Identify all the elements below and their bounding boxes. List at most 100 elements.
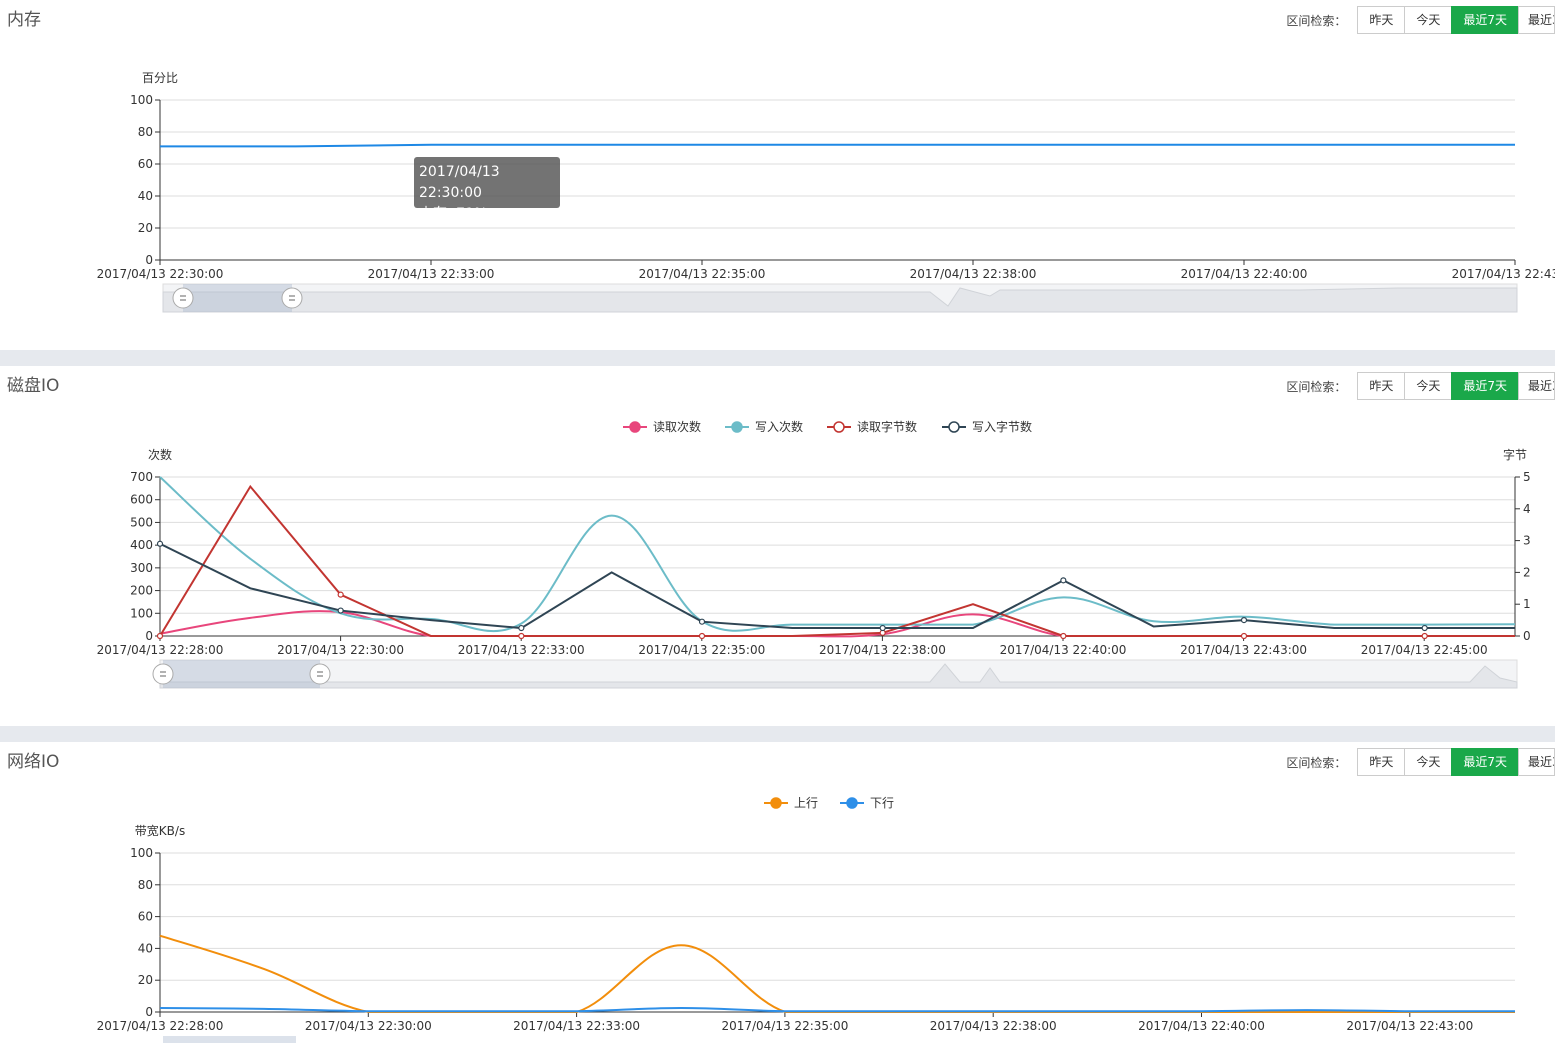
y-tick-label: 20 [138,973,153,987]
panel-separator [0,726,1555,742]
y-tick-label: 80 [138,125,153,139]
network-panel: 网络IO 区间检索： 昨天 今天 最近7天 最近3 上行下行0204060801… [0,742,1555,1043]
legend-label: 读取字节数 [857,419,917,434]
x-tick-label: 2017/04/13 22:40:00 [1000,643,1127,657]
legend-marker [629,421,641,433]
data-point [337,607,344,614]
x-tick-label: 2017/04/13 22:38:00 [930,1019,1057,1033]
y-axis-label: 次数 [148,447,172,462]
y-tick-label: 20 [138,221,153,235]
y-tick-label: 40 [138,941,153,955]
disk-panel: 磁盘IO 区间检索： 昨天 今天 最近7天 最近3 读取次数写入次数读取字节数写… [0,366,1555,726]
x-tick-label: 2017/04/13 22:35:00 [638,643,765,657]
data-point [1421,624,1428,632]
series-line-1 [160,143,1515,148]
y-tick-label: 60 [138,910,153,924]
y-tick-label: 80 [138,878,153,892]
datazoom-selection [163,1036,296,1043]
x-tick-label: 2017/04/13 22:28:00 [97,1019,224,1033]
y-tick-label: 200 [130,584,153,598]
data-point [1421,632,1428,640]
data-point [698,632,706,640]
series-line-2 [159,1007,1515,1013]
x-tick-label: 2017/04/13 22:30:00 [277,643,404,657]
datazoom-selection [183,284,292,312]
disk-chart: 读取次数 写入次数 读取字节数 写入字节数 0 100 200 300 400 500 600 700… [97,419,1531,689]
x-tick-label: 2017/04/13 22:33:00 [513,1019,640,1033]
x-tick-label: 2017/04/13 22:28:00 [97,643,224,657]
x-tick-label: 2017/04/13 22:40:00 [1181,267,1308,281]
x-tick-label: 2017/04/13 22:38:00 [819,643,946,657]
y-axis-label: 带宽KB/s [135,823,185,838]
legend-marker [833,421,845,433]
data-point [518,632,525,640]
legend-marker [770,797,782,809]
datazoom-handle-left[interactable] [152,663,174,685]
data-point [156,632,164,640]
y-right-tick-label: 5 [1523,470,1531,484]
legend-label: 读取次数 [653,419,701,434]
y-tick-label: 40 [138,189,153,203]
y-right-tick-label: 2 [1523,565,1531,579]
y-right-axis-label: 字节 [1503,447,1527,462]
legend-label: 下行 [870,796,894,810]
data-point [1060,577,1067,584]
x-tick-label: 2017/04/13 22:43:00 [1180,643,1307,657]
y-tick-label: 500 [130,515,153,529]
x-tick-label: 2017/04/13 22:30:00 [97,267,224,281]
y-tick-label: 700 [130,470,153,484]
datazoom-preview [162,287,1518,313]
data-point [1060,632,1067,640]
network-chart: 上行 下行 0 20 40 60 80 100 带宽KB/s 2017/04/13 22:28:0… [97,796,1515,1043]
x-tick-label: 2017/04/13 22:30:00 [305,1019,432,1033]
legend-marker [948,421,960,433]
y-tick-label: 0 [145,629,153,643]
data-point [879,624,886,632]
data-point [1240,617,1248,624]
legend-label: 写入字节数 [972,419,1032,434]
legend-marker [731,421,743,433]
data-point [698,618,706,625]
series-line-1 [159,934,1515,1013]
y-tick-label: 100 [130,93,153,107]
y-right-tick-label: 4 [1523,502,1531,516]
data-point [1240,632,1248,640]
tooltip-time: 2017/04/13 22:30:00 [419,164,500,201]
x-tick-label: 2017/04/13 22:35:00 [639,267,766,281]
memory-tooltip: 2017/04/13 22:30:00 内存: 71% [414,157,560,222]
y-tick-label: 100 [130,606,153,620]
y-tick-label: 100 [130,846,153,860]
datazoom-selection [163,660,320,688]
memory-panel: 内存 区间检索： 昨天 今天 最近7天 最近3 020406080100百分比2… [0,0,1555,350]
legend-label: 写入次数 [755,419,803,434]
datazoom-handle-right[interactable] [309,663,331,685]
y-tick-label: 60 [138,157,153,171]
panel-separator [0,350,1555,366]
datazoom-handle-right[interactable] [281,287,303,309]
memory-chart: 020406080100百分比2017/04/13 22:30:00 2017/0… [97,71,1555,313]
data-point [518,624,525,632]
x-tick-label: 2017/04/13 22:43:00 [1452,267,1555,281]
y-tick-label: 0 [145,1005,153,1019]
data-point [337,591,344,598]
y-tick-label: 300 [130,561,153,575]
legend-marker [846,797,858,809]
datazoom-handle-left[interactable] [172,287,194,309]
y-axis-label: 百分比 [142,71,178,85]
data-point [156,540,164,547]
series-line-4 [159,542,1515,630]
y-tick-label: 600 [130,493,153,507]
tooltip-value: 内存: 71% [419,206,488,222]
y-tick-label: 400 [130,538,153,552]
x-tick-label: 2017/04/13 22:38:00 [910,267,1037,281]
x-tick-label: 2017/04/13 22:45:00 [1361,643,1488,657]
x-tick-label: 2017/04/13 22:33:00 [368,267,495,281]
legend-label: 上行 [794,796,818,810]
x-tick-label: 2017/04/13 22:43:00 [1346,1019,1473,1033]
y-right-tick-label: 3 [1523,534,1531,548]
y-right-tick-label: 1 [1523,597,1531,611]
x-tick-label: 2017/04/13 22:40:00 [1138,1019,1265,1033]
x-tick-label: 2017/04/13 22:33:00 [458,643,585,657]
y-tick-label: 0 [145,253,153,267]
y-right-tick-label: 0 [1523,629,1531,643]
